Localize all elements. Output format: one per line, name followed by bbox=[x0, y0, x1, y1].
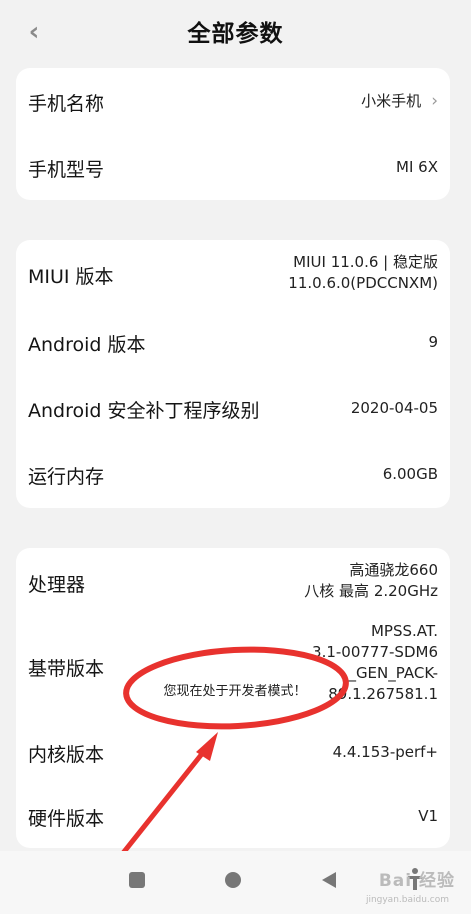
row-value: MIUI 11.0.6 | 稳定版 11.0.6.0(PDCCNXM) bbox=[288, 252, 438, 294]
row-phone-name[interactable]: 手机名称 小米手机 › bbox=[16, 68, 450, 134]
row-label: 内核版本 bbox=[28, 744, 105, 766]
card-device-info: 手机名称 小米手机 › 手机型号 MI 6X bbox=[16, 68, 450, 200]
value-line: 高通骁龙660 bbox=[349, 561, 438, 579]
circle-icon[interactable] bbox=[222, 869, 244, 891]
row-value: 6.00GB bbox=[382, 465, 438, 483]
page-title: 全部参数 bbox=[187, 21, 284, 47]
row-ram: 运行内存 6.00GB bbox=[16, 440, 450, 508]
chevron-right-icon: › bbox=[431, 91, 438, 111]
row-label: 基带版本 bbox=[28, 658, 105, 680]
row-label: Android 版本 bbox=[28, 334, 146, 356]
baidu-watermark-url: jingyan.baidu.com bbox=[365, 895, 449, 905]
header: ‹ 全部参数 bbox=[0, 0, 471, 62]
value-line: 89.1.267581.1 bbox=[328, 685, 438, 703]
row-label: 运行内存 bbox=[28, 466, 105, 488]
square-icon[interactable] bbox=[126, 869, 148, 891]
row-value: 2020-04-05 bbox=[350, 399, 438, 417]
triangle-icon[interactable] bbox=[318, 869, 340, 891]
value-line: 11.0.6.0(PDCCNXM) bbox=[288, 274, 438, 292]
value-line: MIUI 11.0.6 | 稳定版 bbox=[293, 253, 438, 271]
row-phone-model: 手机型号 MI 6X bbox=[16, 134, 450, 200]
value-line: _GEN_PACK- bbox=[348, 664, 438, 682]
row-value: 高通骁龙660 八核 最高 2.20GHz bbox=[304, 560, 438, 602]
row-label: 手机型号 bbox=[28, 159, 105, 181]
row-label: 硬件版本 bbox=[28, 808, 105, 830]
value-line: 八核 最高 2.20GHz bbox=[304, 582, 438, 600]
row-hardware: 硬件版本 V1 bbox=[16, 782, 450, 848]
row-kernel: 内核版本 4.4.153-perf+ bbox=[16, 718, 450, 782]
row-label: 手机名称 bbox=[28, 93, 105, 115]
row-value: 4.4.153-perf+ bbox=[332, 743, 438, 761]
row-miui-version: MIUI 版本 MIUI 11.0.6 | 稳定版 11.0.6.0(PDCCN… bbox=[16, 240, 450, 308]
row-android-version: Android 版本 9 bbox=[16, 308, 450, 374]
row-value: 9 bbox=[428, 333, 438, 351]
value-line: 3.1-00777-SDM6 bbox=[312, 643, 438, 661]
row-value: MPSS.AT. 3.1-00777-SDM6 _GEN_PACK- 89.1.… bbox=[312, 621, 438, 705]
value-line: MPSS.AT. bbox=[370, 622, 438, 640]
row-label: Android 安全补丁程序级别 bbox=[28, 400, 260, 422]
row-value: V1 bbox=[418, 807, 438, 825]
developer-mode-toast: 您现在处于开发者模式！ bbox=[145, 674, 325, 704]
row-security-patch: Android 安全补丁程序级别 2020-04-05 bbox=[16, 374, 450, 440]
row-label: MIUI 版本 bbox=[28, 266, 114, 288]
phone-name-value: 小米手机 bbox=[361, 92, 422, 110]
row-value: 小米手机 › bbox=[361, 91, 438, 112]
row-label: 处理器 bbox=[28, 574, 86, 596]
row-processor: 处理器 高通骁龙660 八核 最高 2.20GHz bbox=[16, 548, 450, 616]
row-value: MI 6X bbox=[396, 158, 438, 176]
baidu-watermark: Bai 经验 bbox=[378, 871, 455, 891]
card-system-info: MIUI 版本 MIUI 11.0.6 | 稳定版 11.0.6.0(PDCCN… bbox=[16, 240, 450, 508]
